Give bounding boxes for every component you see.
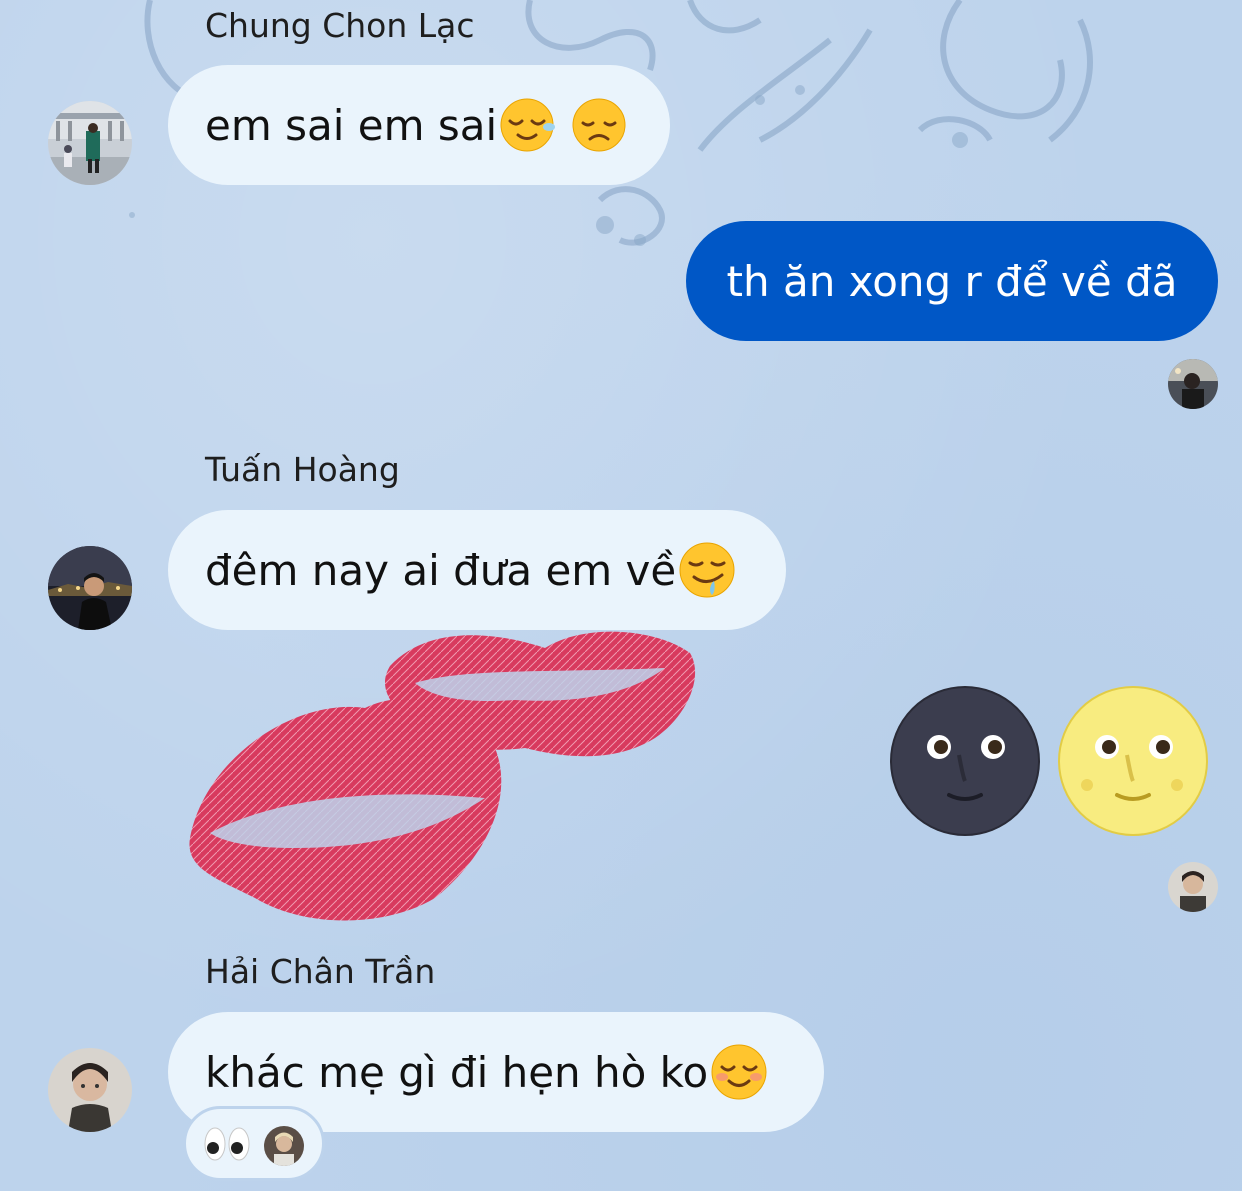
message-text: khác mẹ gì đi hẹn hò ko [205,1047,709,1097]
sender-name: Chung Chon Lạc [205,6,475,45]
smiling-face-icon [710,1043,768,1101]
reaction-pill[interactable] [183,1106,325,1181]
outgoing-message-bubble[interactable]: th ăn xong r để về đã [686,221,1218,341]
read-receipt-avatar [1168,862,1218,912]
sender-name: Tuấn Hoàng [205,450,400,489]
disappointed-face-icon [571,97,627,153]
lipstick-kiss-sticker[interactable] [185,628,705,928]
message-text: đêm nay ai đưa em về [205,545,677,595]
sender-name: Hải Chân Trần [205,952,436,991]
drooling-face-icon [678,541,736,599]
avatar[interactable] [48,1048,132,1132]
reactor-avatar [264,1126,304,1166]
avatar[interactable] [48,546,132,630]
new-moon-face-icon[interactable] [889,685,1041,837]
message-bubble[interactable]: em sai em sai [168,65,670,185]
read-receipt-avatar [1168,359,1218,409]
avatar[interactable] [48,101,132,185]
full-moon-face-icon[interactable] [1057,685,1209,837]
eyes-icon [204,1126,250,1162]
message-text: th ăn xong r để về đã [726,256,1178,306]
message-bubble[interactable]: đêm nay ai đưa em về [168,510,786,630]
relieved-face-icon [499,97,556,153]
message-text: em sai em sai [205,100,498,150]
